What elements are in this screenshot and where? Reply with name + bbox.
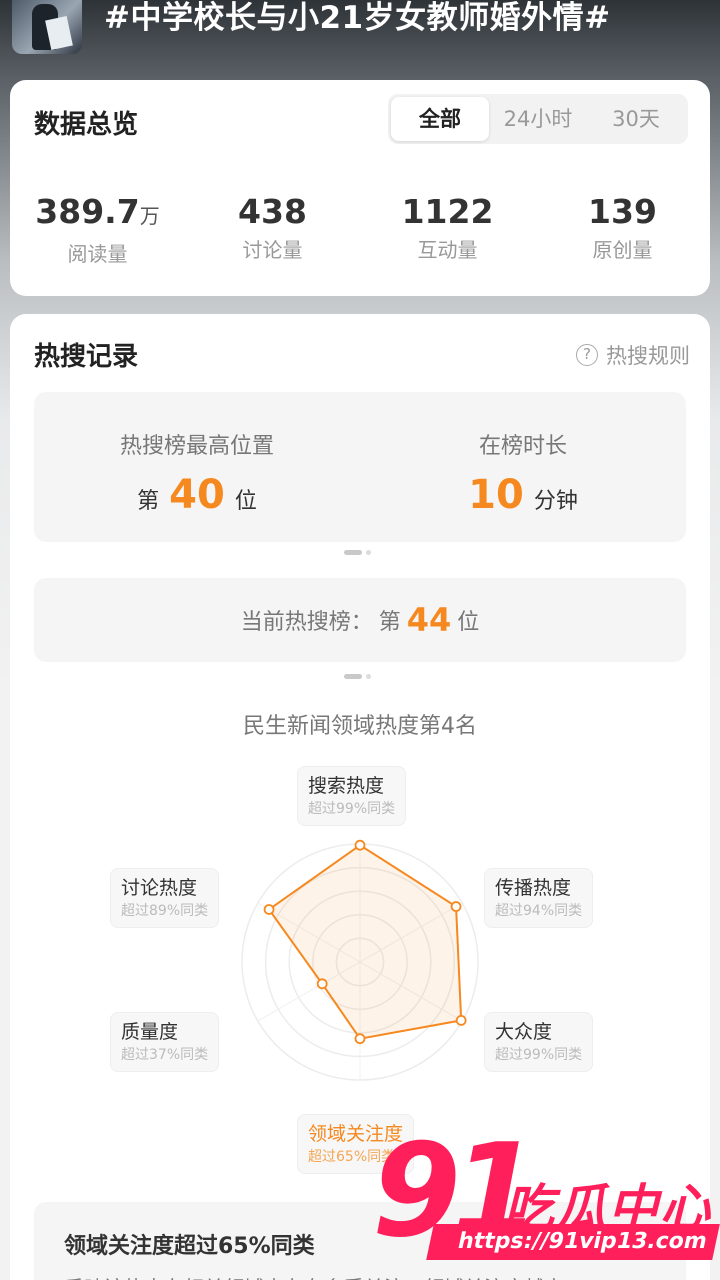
time-on-list-value-line: 10 分钟 xyxy=(360,472,686,518)
metric-sub: 超过99%同类 xyxy=(495,1047,583,1063)
radar-point xyxy=(316,978,328,990)
topic-avatar[interactable] xyxy=(12,0,82,54)
highest-prefix: 第 xyxy=(137,489,160,514)
current-rank-value: 44 xyxy=(406,601,452,639)
hot-search-summary[interactable]: 热搜榜最高位置 第 40 位 在榜时长 10 分钟 xyxy=(34,392,686,542)
pager-dot xyxy=(366,550,371,555)
radar-area xyxy=(267,843,463,1040)
stat-original: 139 原创量 xyxy=(535,192,710,267)
pager-dot-active xyxy=(344,550,362,555)
metric-name: 质量度 xyxy=(121,1021,179,1043)
duration-unit: 分钟 xyxy=(533,489,578,514)
stat-reads-label: 阅读量 xyxy=(67,242,128,266)
stat-interactions-label: 互动量 xyxy=(417,238,478,262)
watermark: 91 吃瓜中心 https://91vip13.com xyxy=(372,1128,720,1280)
metric-sub: 超过89%同类 xyxy=(121,903,209,919)
summary-title: 领域关注度超过65%同类 xyxy=(64,1234,315,1259)
metric-sub: 超过37%同类 xyxy=(121,1047,209,1063)
metric-sub: 超过99%同类 xyxy=(308,801,396,817)
radar-point xyxy=(263,904,275,915)
overview-card: 数据总览 全部 24小时 30天 389.7万 阅读量 438 讨论量 1122… xyxy=(10,80,710,296)
highest-position-label: 热搜榜最高位置 xyxy=(119,434,274,459)
current-rank-prefix: 第 xyxy=(378,610,401,635)
current-rank-suffix: 位 xyxy=(457,610,480,635)
radar-point xyxy=(354,1033,366,1045)
topic-title: #中学校长与小21岁女教师婚外情# xyxy=(104,0,611,36)
hot-search-rules-label: 热搜规则 xyxy=(606,344,690,368)
time-on-list-label: 在榜时长 xyxy=(478,434,567,459)
metric-sub: 超过94%同类 xyxy=(495,903,583,919)
tab-30d[interactable]: 30天 xyxy=(587,97,685,141)
current-rank-label: 当前热搜榜： xyxy=(240,610,373,635)
stat-discussions-value: 438 xyxy=(238,192,307,231)
metric-quality[interactable]: 质量度 超过37%同类 xyxy=(110,1012,220,1072)
watermark-url: https://91vip13.com xyxy=(426,1224,720,1260)
domain-radar-chart xyxy=(241,839,479,1081)
stat-original-label: 原创量 xyxy=(592,238,653,262)
avatar-paper xyxy=(45,16,73,50)
pager-dot xyxy=(366,674,371,679)
time-range-tabs: 全部 24小时 30天 xyxy=(388,94,688,144)
metric-discussion-heat[interactable]: 讨论热度 超过89%同类 xyxy=(110,868,220,928)
highest-suffix: 位 xyxy=(234,489,257,514)
metric-name: 讨论热度 xyxy=(121,877,198,899)
tab-all[interactable]: 全部 xyxy=(391,97,489,141)
stat-interactions: 1122 互动量 xyxy=(360,192,535,267)
stat-interactions-value: 1122 xyxy=(401,192,494,231)
radar-point xyxy=(455,1015,467,1026)
metric-spread-heat[interactable]: 传播热度 超过94%同类 xyxy=(484,868,594,928)
highest-position: 热搜榜最高位置 第 40 位 xyxy=(34,392,360,542)
stat-reads-unit: 万 xyxy=(139,204,160,228)
stats-row: 389.7万 阅读量 438 讨论量 1122 互动量 139 原创量 xyxy=(10,192,710,267)
hot-search-rules-link[interactable]: ? 热搜规则 xyxy=(576,340,690,370)
metric-popularity[interactable]: 大众度 超过99%同类 xyxy=(484,1012,594,1072)
top-bar: #中学校长与小21岁女教师婚外情# xyxy=(0,0,720,70)
time-on-list: 在榜时长 10 分钟 xyxy=(360,392,686,542)
stat-reads: 389.7万 阅读量 xyxy=(10,192,185,267)
tab-24h[interactable]: 24小时 xyxy=(489,97,587,141)
hot-search-title: 热搜记录 xyxy=(34,342,139,372)
metric-name: 搜索热度 xyxy=(308,775,385,797)
pager-dots xyxy=(344,550,371,555)
metric-search-heat[interactable]: 搜索热度 超过99%同类 xyxy=(297,766,407,826)
metric-name: 传播热度 xyxy=(495,877,572,899)
radar-point xyxy=(354,839,366,851)
stat-reads-value: 389.7万 xyxy=(35,192,160,231)
highest-value: 40 xyxy=(169,472,225,518)
highest-position-rank: 第 40 位 xyxy=(34,472,360,518)
domain-rank-title: 民生新闻领域热度第4名 xyxy=(243,714,477,739)
current-rank-box[interactable]: 当前热搜榜： 第 44 位 xyxy=(34,578,686,662)
pager-dot-active xyxy=(344,674,362,679)
metric-name: 大众度 xyxy=(495,1021,553,1043)
question-icon: ? xyxy=(576,344,598,366)
overview-title: 数据总览 xyxy=(34,110,139,140)
stat-original-value: 139 xyxy=(588,192,657,231)
duration-value: 10 xyxy=(468,472,524,518)
pager-dots-2 xyxy=(344,674,371,679)
stat-discussions-label: 讨论量 xyxy=(242,238,303,262)
radar-point xyxy=(450,901,462,912)
stat-discussions: 438 讨论量 xyxy=(185,192,360,267)
